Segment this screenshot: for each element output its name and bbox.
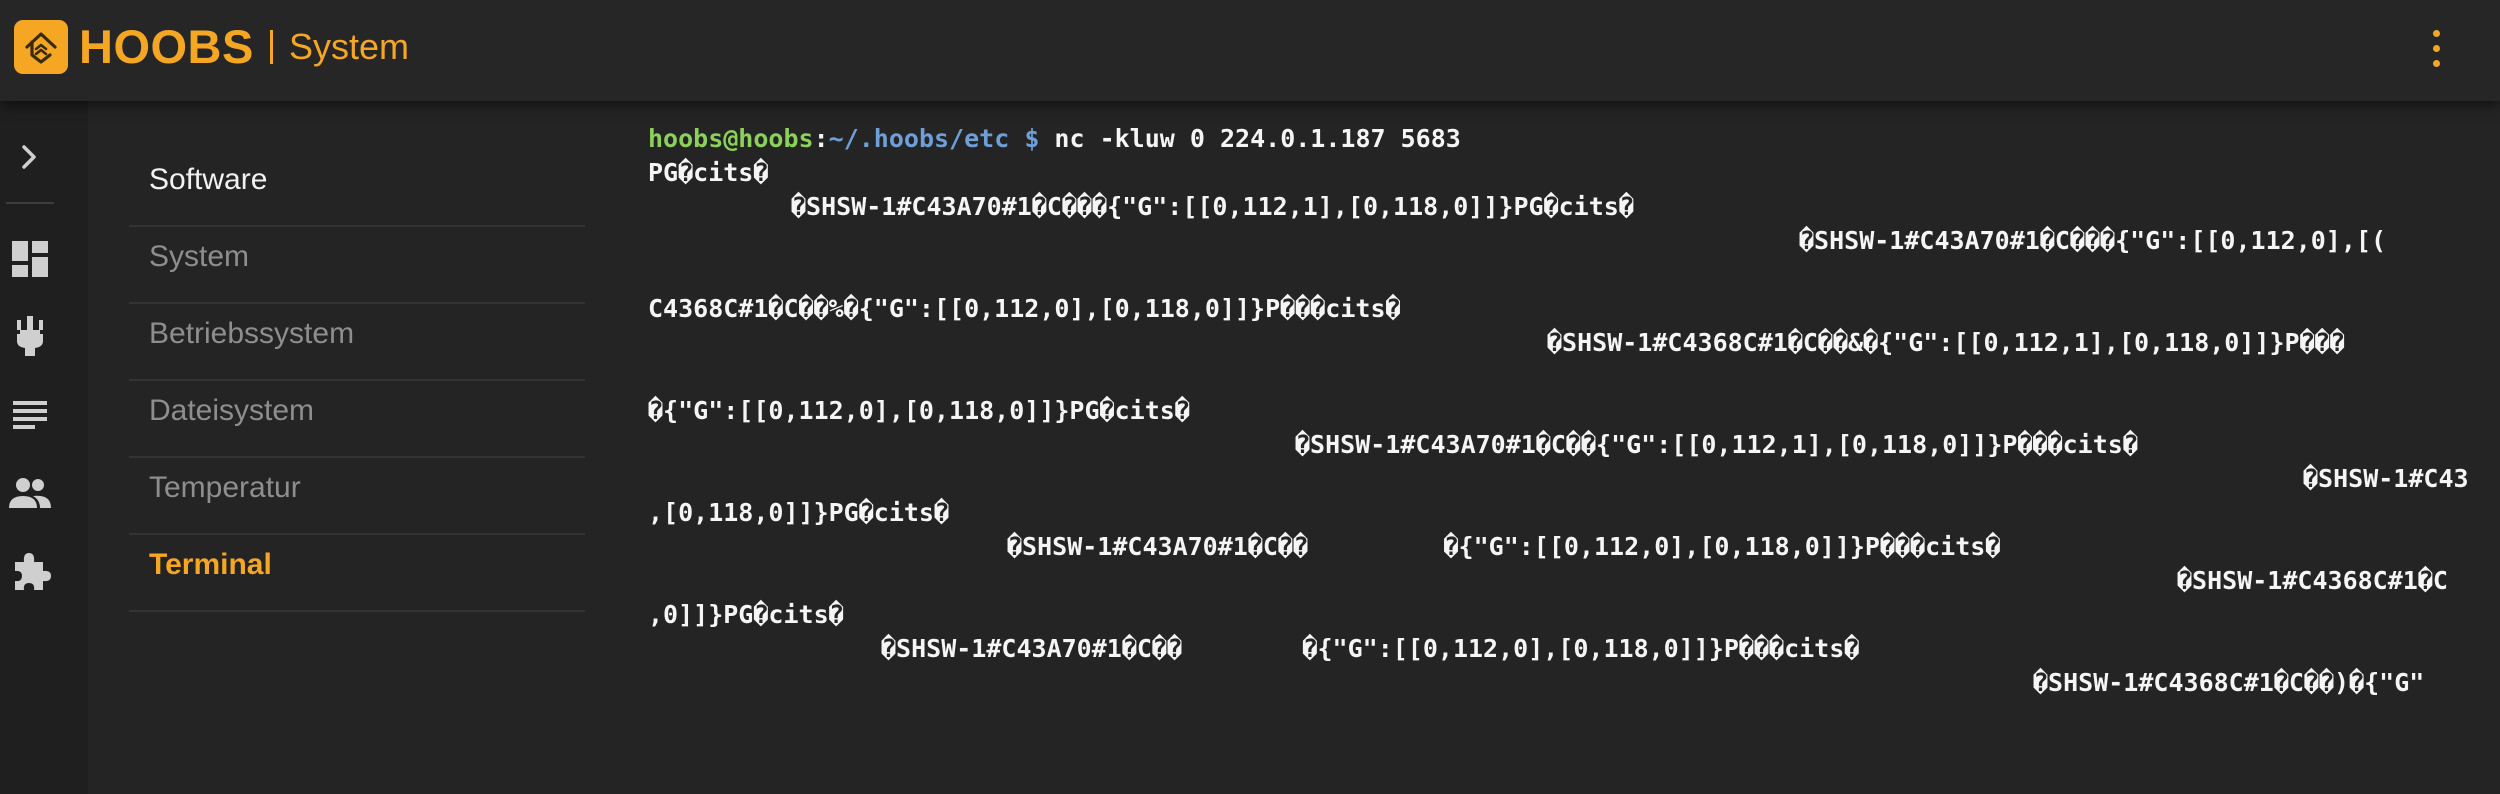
- terminal-window[interactable]: hoobs@hoobs:~/.hoobs/etc $ nc -kluw 0 22…: [648, 120, 2500, 794]
- brand-name[interactable]: HOOBS: [79, 17, 254, 77]
- menu-item-temperatur[interactable]: Temperatur: [129, 458, 585, 535]
- app-header: HOOBS System: [0, 0, 2500, 101]
- menu-item-betriebssystem[interactable]: Betriebssystem: [129, 304, 585, 381]
- terminal-output-line: �SHSW-1#C43A70#1�C���{"G":[[0,112,1],[0,…: [791, 192, 1634, 221]
- prompt-symbol: $: [1009, 124, 1055, 153]
- terminal-output-line: �SHSW-1#C43A70#1�C�� �{"G":[[0,112,0],[0…: [1007, 532, 2001, 561]
- hoobs-logo-icon[interactable]: [14, 20, 68, 74]
- terminal-command: nc -kluw 0 224.0.1.187 5683: [1054, 124, 1461, 153]
- log-list-icon[interactable]: [7, 392, 53, 438]
- users-icon[interactable]: [7, 470, 53, 516]
- menu-item-dateisystem[interactable]: Dateisystem: [129, 381, 585, 458]
- prompt-path: ~/.hoobs/etc: [828, 124, 1010, 153]
- menu-item-software[interactable]: Software: [129, 150, 585, 227]
- dashboard-icon[interactable]: [7, 236, 53, 282]
- prompt-separator: :: [813, 124, 829, 153]
- nav-rail: [0, 101, 88, 794]
- brand-divider: [270, 30, 273, 64]
- menu-item-terminal[interactable]: Terminal: [129, 535, 585, 612]
- terminal-output-line: �SHSW-1#C43A70#1�C��{"G":[[0,112,1],[0,1…: [1295, 430, 2138, 459]
- terminal-output-line: ,0]]}PG�cits�: [648, 600, 844, 629]
- terminal-output-line: �SHSW-1#C43A70#1�C�� �{"G":[[0,112,0],[0…: [881, 634, 1860, 663]
- menu-item-system[interactable]: System: [129, 227, 585, 304]
- plugins-puzzle-icon[interactable]: [7, 548, 53, 594]
- terminal-output-line: C4368C#1�C��%�{"G":[[0,112,0],[0,118,0]]…: [648, 294, 1401, 323]
- terminal-prompt-line: hoobs@hoobs:~/.hoobs/etc $ nc -kluw 0 22…: [648, 122, 1461, 156]
- terminal-output-line: �SHSW-1#C4368C#1�C��)�{"G": [2033, 668, 2425, 697]
- terminal-output-line: �{"G":[[0,112,0],[0,118,0]]}PG�cits�: [648, 396, 1190, 425]
- terminal-output-line: �SHSW-1#C4368C#1�C��&�{"G":[[0,112,1],[0…: [1547, 328, 2345, 357]
- accessories-plug-icon[interactable]: [7, 314, 53, 360]
- terminal-output-line: �SHSW-1#C43: [2303, 464, 2469, 493]
- kebab-menu-icon[interactable]: [2424, 24, 2448, 74]
- terminal-output-line: �SHSW-1#C4368C#1�C: [2177, 566, 2448, 595]
- page-title: System: [289, 26, 410, 67]
- rail-divider: [6, 202, 54, 204]
- system-settings-menu: Software System Betriebssystem Dateisyst…: [129, 150, 585, 612]
- terminal-output-line: PG�cits�: [648, 158, 769, 187]
- terminal-output-line: ,[0,118,0]]}PG�cits�: [648, 498, 950, 527]
- terminal-output-line: �SHSW-1#C43A70#1�C���{"G":[[0,112,0],[(: [1799, 226, 2386, 255]
- expand-chevron-icon[interactable]: [7, 134, 53, 180]
- prompt-user: hoobs@hoobs: [648, 124, 814, 153]
